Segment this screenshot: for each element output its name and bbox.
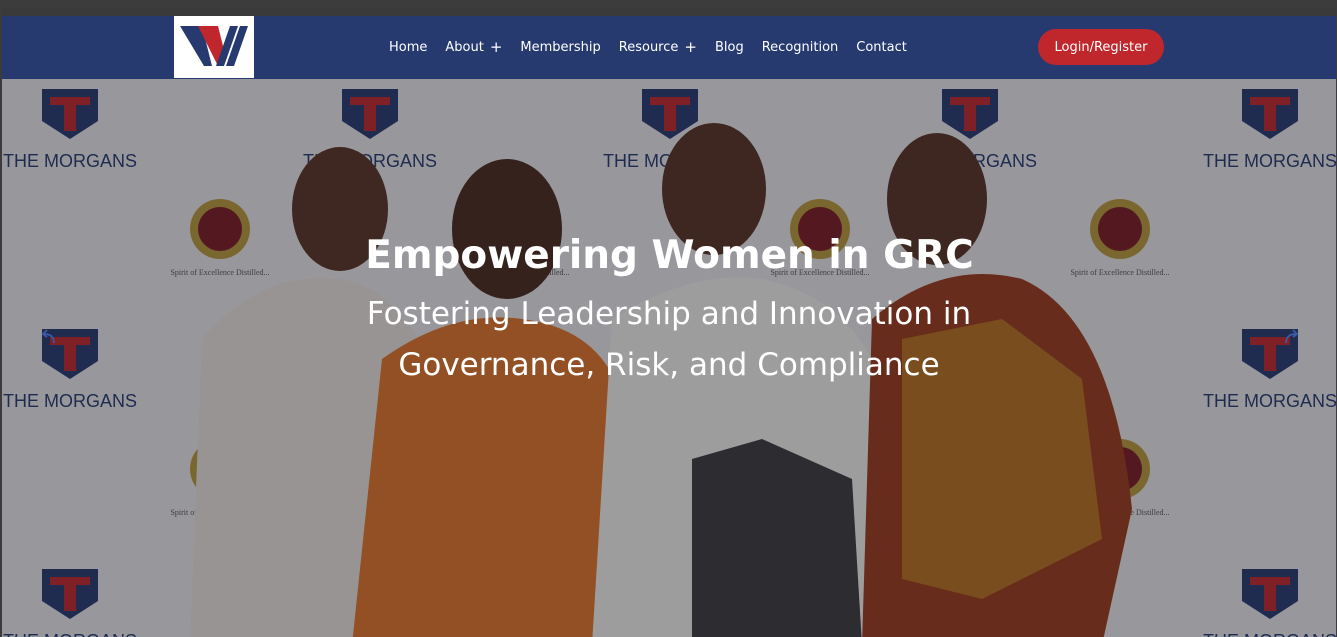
nav-blog[interactable]: Blog bbox=[715, 40, 744, 55]
hero-subtitle: Fostering Leadership and Innovation in G… bbox=[366, 296, 972, 383]
nav-contact-label: Contact bbox=[856, 40, 907, 55]
nav-recognition[interactable]: Recognition bbox=[762, 40, 839, 55]
nav-recognition-label: Recognition bbox=[761, 40, 839, 55]
hero-banner: THE MORGANS Spirit of Excellence Distill… bbox=[2, 79, 1336, 637]
main-nav: Home About + Membership Resource + Blog Re… bbox=[389, 16, 925, 79]
plus-icon[interactable]: + bbox=[490, 40, 503, 55]
arrow-left-icon[interactable] bbox=[38, 325, 62, 349]
nav-resource[interactable]: Resource + bbox=[618, 40, 697, 56]
nav-home-label: Home bbox=[389, 40, 428, 55]
nav-about[interactable]: About + bbox=[445, 40, 503, 56]
browser-frame: Home About + Membership Resource + Blog Re… bbox=[0, 0, 1337, 637]
w-logo-icon bbox=[180, 26, 248, 66]
nav-about-label: About bbox=[445, 40, 484, 55]
login-register-button[interactable]: Login/Register bbox=[1038, 29, 1164, 65]
site-header: Home About + Membership Resource + Blog Re… bbox=[2, 16, 1336, 79]
nav-contact[interactable]: Contact bbox=[856, 40, 907, 55]
nav-resource-label: Resource bbox=[618, 40, 679, 55]
nav-home[interactable]: Home bbox=[389, 40, 427, 55]
plus-icon[interactable]: + bbox=[684, 40, 697, 55]
arrow-right-icon[interactable] bbox=[1278, 325, 1302, 349]
nav-blog-label: Blog bbox=[714, 40, 744, 55]
hero-title: Empowering Women in GRC bbox=[365, 233, 974, 278]
nav-membership[interactable]: Membership bbox=[520, 40, 600, 55]
nav-membership-label: Membership bbox=[520, 40, 601, 55]
site-logo[interactable] bbox=[174, 16, 254, 78]
